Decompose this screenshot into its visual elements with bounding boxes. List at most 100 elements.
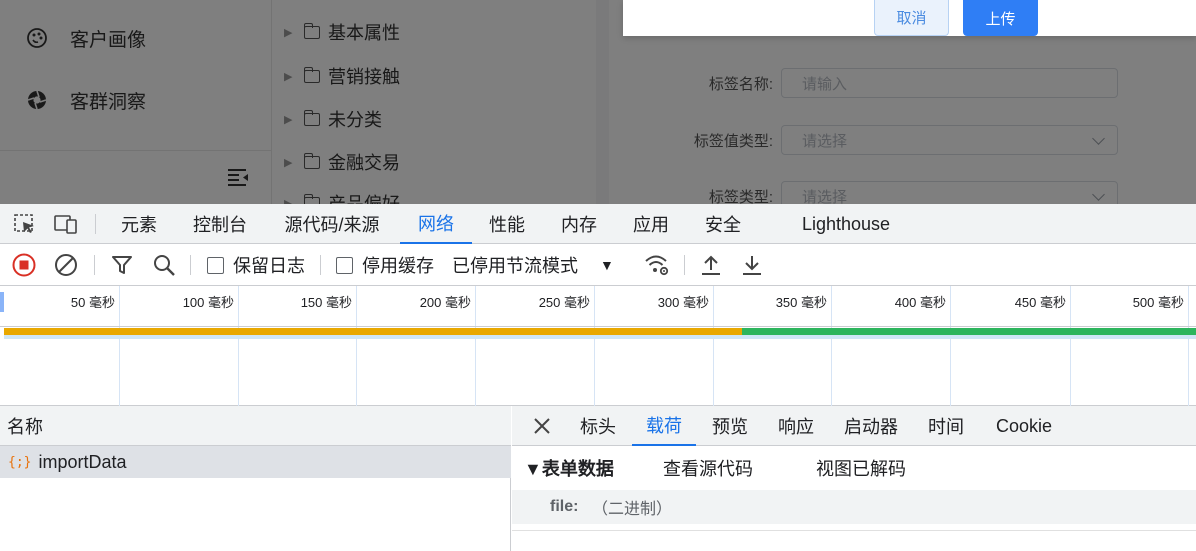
tab-response[interactable]: 响应 [772, 406, 820, 446]
toolbar-divider [320, 255, 321, 275]
form-data-section-header: ▼表单数据 查看源代码 视图已解码 [512, 446, 1196, 490]
timeline-gridline [950, 286, 951, 406]
tab-application[interactable]: 应用 [622, 204, 680, 244]
network-timeline-overview[interactable]: 50 毫秒 100 毫秒 150 毫秒 200 毫秒 250 毫秒 300 毫秒… [0, 286, 1196, 406]
form-data-toggle[interactable]: ▼表单数据 [524, 455, 614, 481]
column-header-name[interactable]: 名称 [0, 406, 511, 446]
aperture-icon [26, 89, 48, 111]
tree-node[interactable]: ▶ 产品偏好 [284, 188, 400, 204]
tab-console[interactable]: 控制台 [182, 204, 258, 244]
timeline-gridline [356, 286, 357, 406]
request-waiting-bar [4, 328, 742, 335]
tab-preview[interactable]: 预览 [706, 406, 754, 446]
caret-right-icon: ▶ [284, 113, 293, 126]
tab-elements[interactable]: 元素 [110, 204, 168, 244]
search-icon[interactable] [152, 253, 176, 276]
timeline-tick-label: 200 毫秒 [419, 295, 471, 310]
preserve-log-checkbox[interactable]: 保留日志 [207, 244, 305, 286]
timeline-tick-label: 150 毫秒 [300, 295, 352, 310]
tag-name-input[interactable]: 请输入 [781, 68, 1118, 98]
chevron-down-icon [1092, 132, 1105, 145]
tab-initiator[interactable]: 启动器 [838, 406, 904, 446]
form-data-value: （二进制） [592, 501, 673, 518]
tree-node[interactable]: ▶ 营销接触 [284, 61, 400, 91]
checkbox-box[interactable] [207, 256, 224, 274]
timeline-gridline [238, 286, 239, 406]
tab-performance[interactable]: 性能 [478, 204, 536, 244]
stop-recording-icon[interactable] [12, 253, 36, 277]
tag-name-row: 标签名称: 请输入 [609, 67, 1149, 99]
timeline-tick-label: 100 毫秒 [182, 295, 234, 310]
tab-cookies[interactable]: Cookie [988, 406, 1060, 446]
timeline-handle[interactable] [0, 292, 4, 312]
export-har-icon[interactable] [740, 253, 764, 275]
clear-icon[interactable] [54, 253, 78, 276]
tab-headers[interactable]: 标头 [574, 406, 622, 446]
timeline-gridline [594, 286, 595, 406]
menu-collapse-icon[interactable] [226, 165, 250, 189]
sidebar: 客户画像 客群洞察 [0, 0, 271, 204]
disable-cache-checkbox[interactable]: 停用缓存 [336, 244, 434, 286]
folder-icon [303, 152, 320, 169]
tag-value-type-select[interactable]: 请选择 [781, 125, 1118, 155]
tab-timing[interactable]: 时间 [922, 406, 970, 446]
timeline-tick-label: 500 毫秒 [1132, 295, 1184, 310]
upload-button[interactable]: 上传 [963, 0, 1038, 36]
tree-node[interactable]: ▶ 基本属性 [284, 17, 400, 47]
form-label: 标签类型: [708, 188, 773, 205]
close-icon[interactable] [528, 406, 556, 446]
view-source-link[interactable]: 查看源代码 [663, 455, 753, 481]
throttling-select[interactable]: 已停用节流模式 ▼ [452, 244, 614, 286]
tab-payload[interactable]: 载荷 [632, 406, 696, 446]
request-download-bar [742, 328, 1196, 335]
tree-node[interactable]: ▶ 未分类 [284, 104, 382, 134]
caret-right-icon: ▶ [284, 156, 293, 169]
sidebar-item-segment-insight[interactable]: 客群洞察 [0, 72, 271, 128]
request-row[interactable]: {;} importData [0, 446, 511, 478]
timeline-tick-label: 400 毫秒 [894, 295, 946, 310]
checkbox-box[interactable] [336, 256, 353, 274]
caret-right-icon: ▶ [284, 70, 293, 83]
form-data-row: file: （二进制） [512, 490, 1196, 524]
filter-icon[interactable] [110, 253, 134, 275]
detail-tabs: 标头 载荷 预览 响应 启动器 时间 Cookie [512, 406, 1196, 446]
tab-memory[interactable]: 内存 [550, 204, 608, 244]
tag-type-select[interactable]: 请选择 [781, 181, 1118, 204]
sidebar-divider [0, 150, 271, 151]
import-har-icon[interactable] [699, 253, 723, 275]
sidebar-item-label: 客群洞察 [70, 91, 147, 113]
timeline-tick-label: 450 毫秒 [1014, 295, 1066, 310]
request-detail-pane: 标头 载荷 预览 响应 启动器 时间 Cookie ▼表单数据 查看源代码 视图… [512, 406, 1196, 551]
tab-sources[interactable]: 源代码/来源 [272, 204, 392, 244]
tree-node-label: 金融交易 [328, 153, 400, 173]
timeline-tick-label: 50 毫秒 [70, 295, 115, 310]
tree-node[interactable]: ▶ 金融交易 [284, 147, 400, 177]
view-decoded-link[interactable]: 视图已解码 [816, 455, 906, 481]
throttling-value: 已停用节流模式 [452, 256, 578, 276]
inspect-element-icon[interactable] [13, 213, 37, 235]
tag-category-tree: ▶ 基本属性 ▶ 营销接触 ▶ 未分类 ▶ 金融交易 ▶ 产品偏好 [271, 0, 596, 204]
timeline-gridline [713, 286, 714, 406]
palette-icon [26, 27, 48, 49]
device-toolbar-icon[interactable] [54, 213, 78, 235]
timeline-gridline [831, 286, 832, 406]
toolbar-divider [95, 214, 96, 234]
network-conditions-icon[interactable] [644, 253, 669, 276]
sidebar-item-customer-portrait[interactable]: 客户画像 [0, 10, 271, 66]
devtools: 元素 控制台 源代码/来源 网络 性能 内存 应用 安全 Lighthouse … [0, 204, 1196, 551]
folder-icon [303, 22, 320, 39]
tree-node-label: 产品偏好 [328, 194, 400, 204]
section-divider [512, 530, 1196, 531]
tab-network[interactable]: 网络 [400, 204, 472, 244]
column-header-label: 名称 [7, 416, 43, 437]
tree-node-label: 未分类 [328, 110, 382, 130]
select-placeholder: 请选择 [802, 188, 848, 205]
tree-node-label: 基本属性 [328, 23, 400, 43]
select-placeholder: 请选择 [802, 132, 848, 150]
devtools-panel-tabs: 元素 控制台 源代码/来源 网络 性能 内存 应用 安全 Lighthouse [0, 204, 1196, 244]
tab-lighthouse[interactable]: Lighthouse [790, 204, 902, 244]
tab-security[interactable]: 安全 [694, 204, 752, 244]
cancel-button[interactable]: 取消 [874, 0, 949, 36]
timeline-gridline [119, 286, 120, 406]
timeline-tick-label: 250 毫秒 [538, 295, 590, 310]
